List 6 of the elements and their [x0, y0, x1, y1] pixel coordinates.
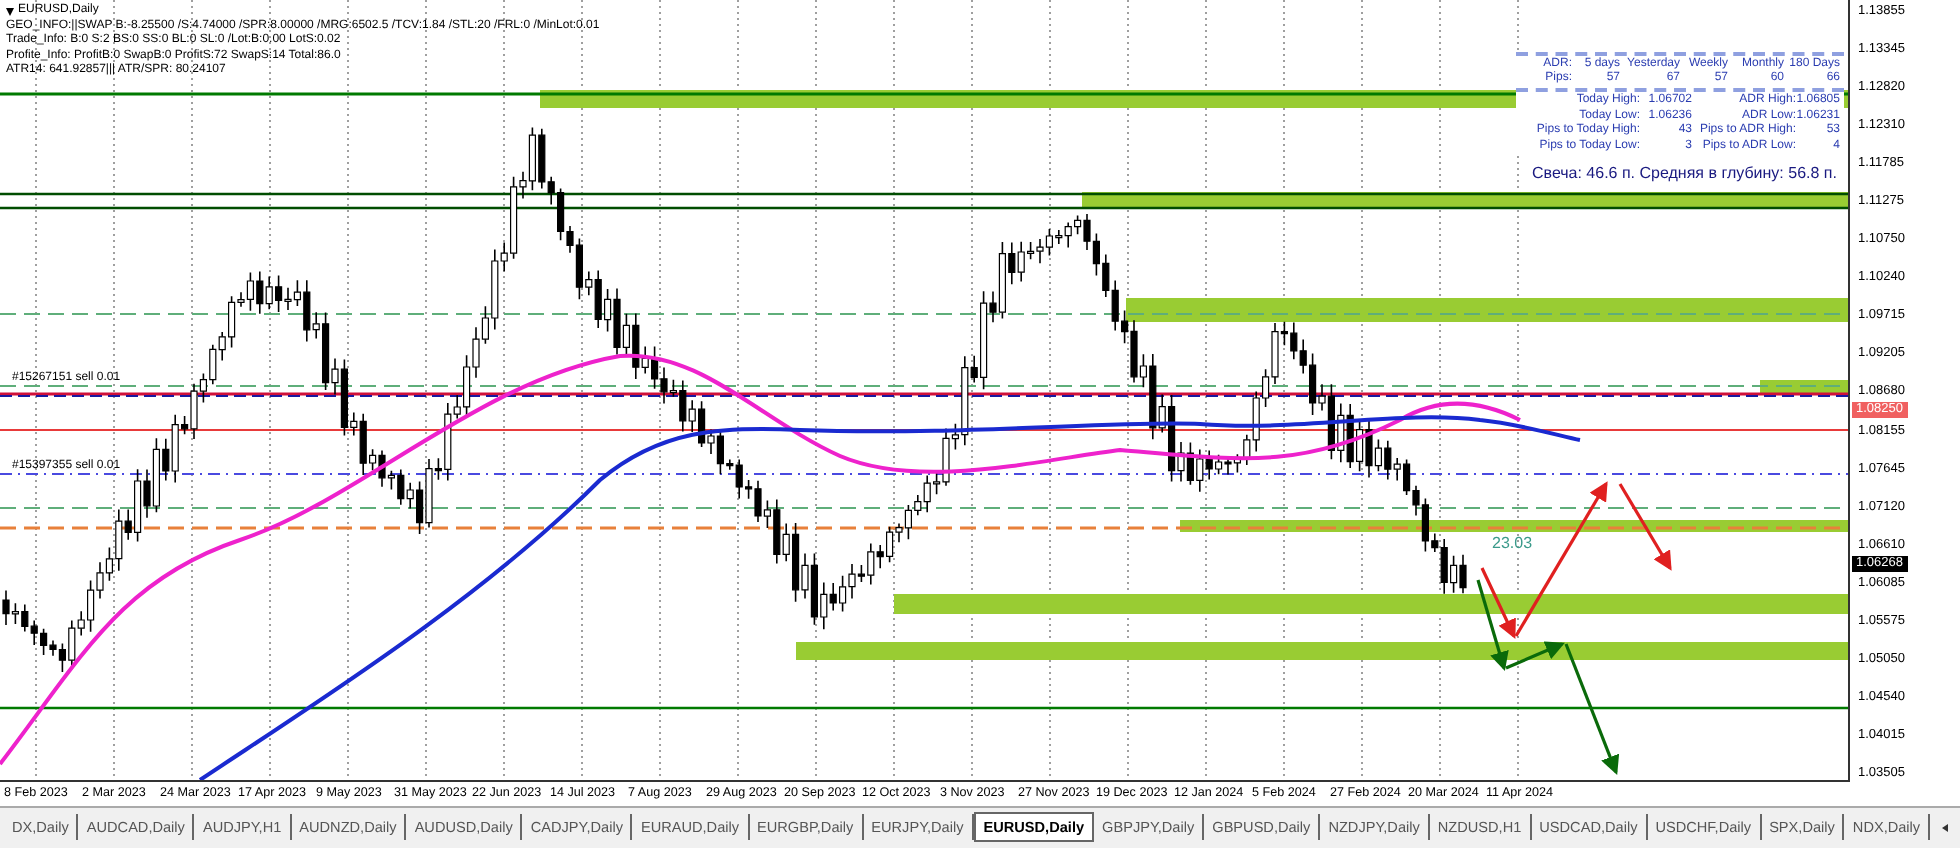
arrow	[1618, 483, 1672, 571]
collapse-triangle-icon[interactable]	[6, 7, 14, 16]
candle-summary: Свеча: 46.6 п. Средняя в глубину: 56.8 п.	[1532, 164, 1837, 182]
pips-annotation: 23.03	[1492, 534, 1533, 552]
zone-bar	[1760, 380, 1848, 394]
scroll-left-icon[interactable]	[1942, 823, 1949, 832]
